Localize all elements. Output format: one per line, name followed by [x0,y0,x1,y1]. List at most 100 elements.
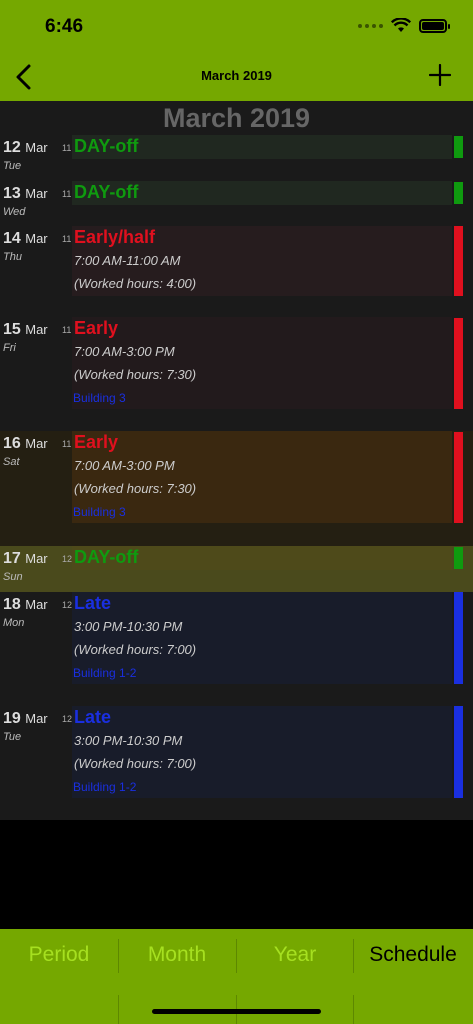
day-weekday: Tue [3,731,22,743]
day-month: Mar [25,436,48,451]
tab-divider [118,995,119,1024]
shift-color-strip [454,136,463,158]
week-number: 11 [62,143,72,153]
battery-icon [419,18,450,33]
shift-color-strip [454,547,463,569]
shift-name: DAY-off [74,182,139,202]
week-number: 11 [62,234,72,244]
schedule-row[interactable]: 12 Mar Tue 11 DAY-off [0,135,473,181]
month-header: March 2019 [0,101,473,135]
status-bar: 6:46 [0,0,473,52]
week-number: 12 [62,600,73,610]
worked-hours: (Worked hours: 7:00) [74,756,197,771]
day-label: 16 Mar Sat [3,435,48,468]
shift-name: Late [74,593,112,613]
shift-box[interactable]: Early 7:00 AM-3:00 PM (Worked hours: 7:3… [72,317,452,409]
status-time: 6:46 [45,16,84,37]
home-indicator[interactable] [152,1009,321,1014]
status-icons [358,18,450,33]
shift-box[interactable]: Late 3:00 PM-10:30 PM (Worked hours: 7:0… [72,592,452,684]
day-month: Mar [25,322,48,337]
shift-time: 7:00 AM-3:00 PM [74,458,175,473]
schedule-row[interactable]: 18 Mar Mon 12 Late 3:00 PM-10:30 PM (Wor… [0,592,473,706]
day-weekday: Mon [3,617,25,629]
day-number: 17 [3,550,21,567]
schedule-row[interactable]: 16 Mar Sat 11 Early 7:00 AM-3:00 PM (Wor… [0,431,473,546]
day-label: 18 Mar Mon [3,596,48,629]
day-weekday: Wed [3,206,26,218]
week-number: 12 [62,714,73,724]
shift-location: Building 3 [73,505,126,519]
day-weekday: Fri [3,342,16,354]
day-label: 15 Mar Fri [3,321,48,354]
day-number: 13 [3,185,21,202]
schedule-row[interactable]: 13 Mar Wed 11 DAY-off [0,181,473,226]
day-number: 19 [3,710,21,727]
shift-box[interactable]: Late 3:00 PM-10:30 PM (Worked hours: 7:0… [72,706,452,798]
shift-name: DAY-off [74,136,139,156]
shift-time: 3:00 PM-10:30 PM [74,619,183,634]
shift-color-strip [454,182,463,204]
day-label: 17 Mar Sun [3,550,48,583]
shift-color-strip [454,706,463,798]
shift-box[interactable]: Early/half 7:00 AM-11:00 AM (Worked hour… [72,226,452,296]
day-weekday: Thu [3,251,22,263]
shift-box[interactable]: DAY-off [72,181,452,205]
shift-box[interactable]: DAY-off [72,546,452,570]
tab-month[interactable]: Month [118,943,236,967]
week-number: 11 [62,439,72,449]
tab-divider [118,939,119,973]
day-label: 14 Mar Thu [3,230,48,263]
day-number: 15 [3,321,21,338]
day-month: Mar [25,551,48,566]
shift-time: 7:00 AM-3:00 PM [74,344,175,359]
schedule-row[interactable]: 15 Mar Fri 11 Early 7:00 AM-3:00 PM (Wor… [0,317,473,431]
schedule-list: 12 Mar Tue 11 DAY-off 13 Mar Wed 11 DAY-… [0,135,473,820]
add-icon[interactable] [429,64,451,86]
tab-divider [353,939,354,973]
tab-divider [353,995,354,1024]
schedule-row[interactable]: 17 Mar Sun 12 DAY-off [0,546,473,592]
worked-hours: (Worked hours: 7:00) [74,642,197,657]
shift-location: Building 1-2 [73,666,137,680]
week-number: 11 [62,189,72,199]
shift-time: 3:00 PM-10:30 PM [74,733,183,748]
day-label: 12 Mar Tue [3,139,48,172]
shift-color-strip [454,592,463,684]
schedule-row[interactable]: 14 Mar Thu 11 Early/half 7:00 AM-11:00 A… [0,226,473,317]
shift-box[interactable]: Early 7:00 AM-3:00 PM (Worked hours: 7:3… [72,431,452,523]
shift-box[interactable]: DAY-off [72,135,452,159]
day-number: 14 [3,230,21,247]
day-weekday: Sun [3,571,23,583]
shift-name: Early/half [74,227,156,247]
day-label: 13 Mar Wed [3,185,48,218]
day-month: Mar [25,711,48,726]
shift-color-strip [454,226,463,296]
shift-color-strip [454,432,463,523]
worked-hours: (Worked hours: 7:30) [74,481,197,496]
shift-location: Building 1-2 [73,780,137,794]
day-number: 16 [3,435,21,452]
nav-title: March 2019 [201,68,272,83]
day-weekday: Sat [3,456,20,468]
day-month: Mar [25,597,48,612]
shift-name: Early [74,318,119,338]
schedule-row[interactable]: 19 Mar Tue 12 Late 3:00 PM-10:30 PM (Wor… [0,706,473,820]
shift-location: Building 3 [73,391,126,405]
tab-schedule[interactable]: Schedule [354,943,472,967]
day-label: 19 Mar Tue [3,710,48,743]
navigation-bar: March 2019 [0,52,473,101]
tab-year[interactable]: Year [236,943,354,967]
week-number: 11 [62,325,72,335]
day-weekday: Tue [3,160,22,172]
shift-name: Late [74,707,112,727]
shift-time: 7:00 AM-11:00 AM [74,253,181,268]
day-number: 18 [3,596,21,613]
week-number: 12 [62,554,73,564]
day-month: Mar [25,140,48,155]
wifi-icon [391,18,411,32]
cellular-signal-icon [358,23,383,28]
tab-divider [236,939,237,973]
tab-period[interactable]: Period [0,943,118,967]
worked-hours: (Worked hours: 7:30) [74,367,197,382]
